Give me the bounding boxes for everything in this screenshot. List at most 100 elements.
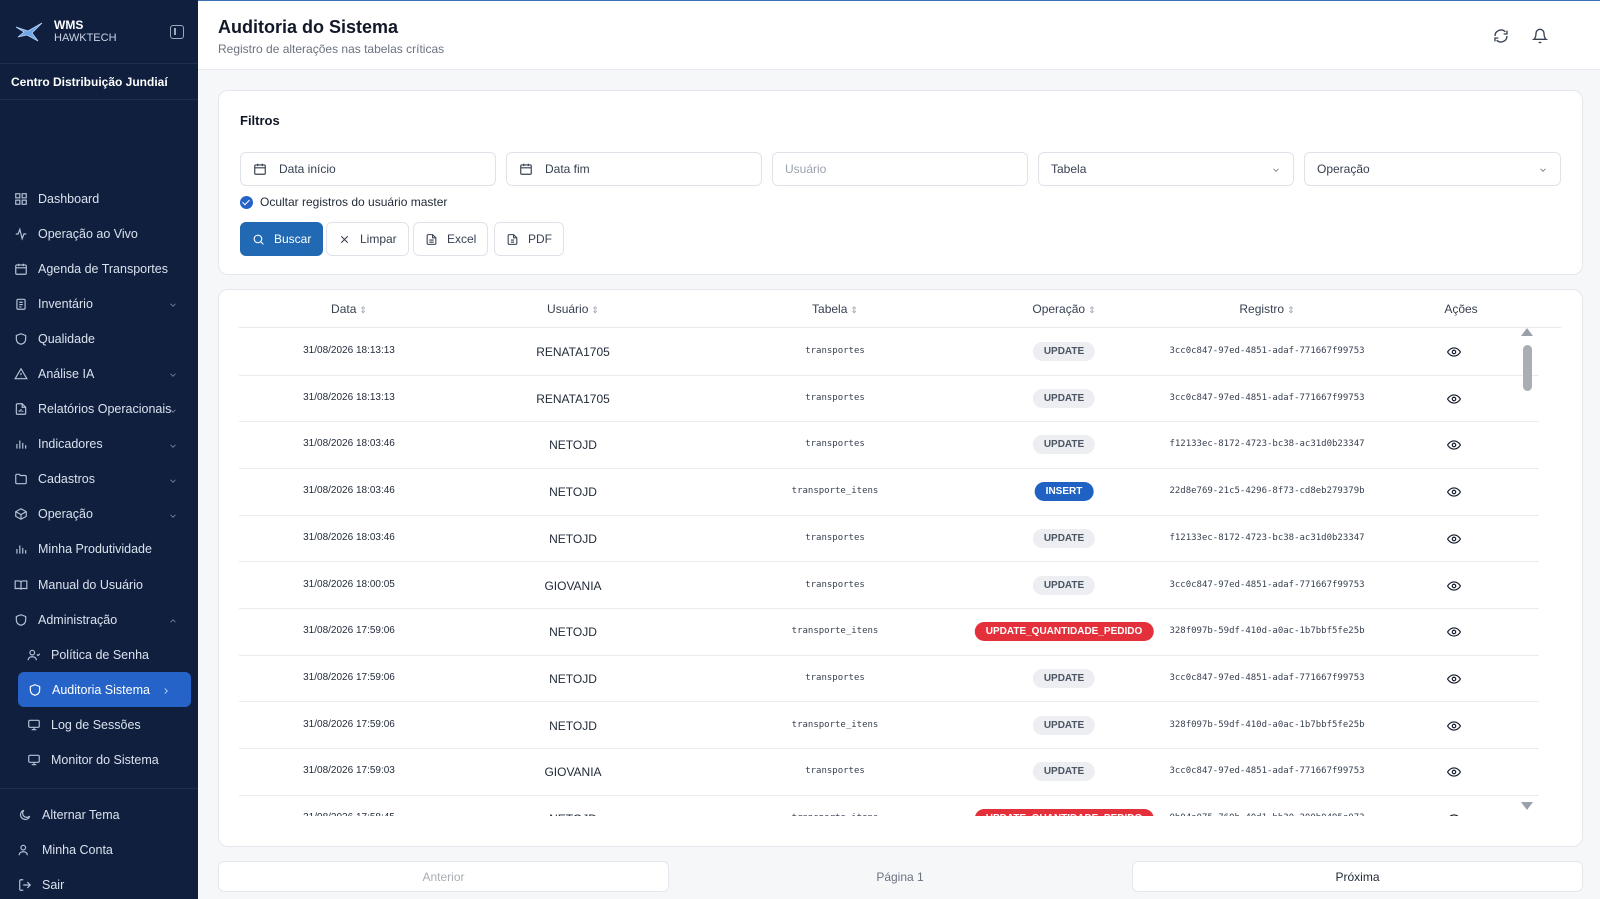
view-eye-icon[interactable] [1447, 812, 1461, 816]
sidebar-item-operacao-ao-vivo[interactable]: Operação ao Vivo [0, 216, 198, 251]
sidebar-item-label: Política de Senha [51, 647, 149, 662]
filters-panel: Filtros Data início Data fim Usuário Tab… [218, 90, 1583, 275]
pdf-button-label: PDF [528, 232, 552, 246]
scroll-down-arrow[interactable] [1521, 802, 1533, 810]
operation-badge: UPDATE [1032, 715, 1096, 735]
view-eye-icon[interactable] [1446, 485, 1462, 497]
table-header: Data ⇕ Usuário ⇕ Tabela ⇕ Operação ⇕ Registro ⇕ Aç… [239, 290, 1561, 328]
cell-table: transportes [805, 532, 865, 543]
column-header-acoes: Ações [1444, 302, 1477, 316]
sidebar-item-minha-produtividade[interactable]: Minha Produtividade [0, 532, 198, 567]
operation-badge: UPDATE [1032, 342, 1096, 361]
cell-user: GIOVANIA [544, 765, 602, 780]
page-header: Auditoria do Sistema Registro de alteraç… [198, 0, 1600, 70]
user-input-placeholder: Usuário [785, 162, 827, 176]
sidebar-item-log-de-sessoes[interactable]: Log de Sessões [0, 707, 198, 742]
cell-table: transportes [805, 579, 865, 590]
table-select[interactable]: Tabela [1038, 152, 1294, 186]
sidebar-item-label: Manual do Usuário [38, 577, 143, 592]
excel-button[interactable]: Excel [413, 222, 489, 256]
view-eye-icon[interactable] [1446, 625, 1462, 637]
sidebar-item-dashboard[interactable]: Dashboard [0, 181, 198, 216]
cell-user: RENATA1705 [536, 391, 610, 406]
operation-badge: UPDATE [1032, 388, 1096, 408]
cell-user: GIOVANIA [544, 578, 602, 593]
operation-select[interactable]: Operação [1304, 152, 1561, 186]
package-icon [14, 507, 28, 521]
sidebar-item-minha-conta[interactable]: Minha Conta [0, 832, 198, 867]
view-eye-icon[interactable] [1446, 532, 1462, 544]
bell-icon[interactable] [1531, 28, 1549, 44]
search-button-label: Buscar [274, 232, 312, 246]
sidebar-item-indicadores[interactable]: Indicadores [0, 427, 198, 462]
chevron-up-icon [168, 615, 178, 625]
sidebar-item-administracao[interactable]: Administração [0, 602, 198, 637]
refresh-icon[interactable] [1493, 28, 1509, 44]
sidebar-item-relatorios-operacionais[interactable]: Relatórios Operacionais [0, 392, 198, 427]
date-start-label: Data início [279, 162, 336, 176]
operation-badge: UPDATE [1032, 762, 1096, 782]
cell-user: NETOJD [549, 812, 597, 816]
column-header-operacao[interactable]: Operação ⇕ [1032, 302, 1095, 316]
sidebar-item-cadastros[interactable]: Cadastros [0, 462, 198, 497]
table-row: 31/08/2026 17:59:03 GIOVANIA transportes UP… [239, 748, 1539, 796]
view-eye-icon[interactable] [1446, 719, 1462, 731]
scroll-up-arrow[interactable] [1521, 328, 1533, 336]
user-input[interactable]: Usuário [772, 152, 1028, 186]
view-eye-icon[interactable] [1446, 672, 1462, 684]
sidebar-item-manual-do-usuario[interactable]: Manual do Usuário [0, 567, 198, 602]
scrollbar-thumb[interactable] [1523, 345, 1532, 391]
view-eye-icon[interactable] [1446, 579, 1462, 591]
operation-badge: UPDATE [1032, 528, 1096, 548]
chevron-down-icon [168, 475, 178, 485]
previous-page-button[interactable]: Anterior [218, 861, 669, 892]
date-start-field[interactable]: Data início [240, 152, 496, 186]
operation-badge: UPDATE [1032, 435, 1096, 455]
view-eye-icon[interactable] [1446, 345, 1462, 357]
sidebar-item-operacao[interactable]: Operação [0, 497, 198, 532]
column-header-tabela[interactable]: Tabela ⇕ [812, 302, 858, 316]
sidebar-item-label: Auditoria Sistema [52, 682, 150, 697]
sidebar-item-label: Operação [38, 507, 93, 522]
column-header-registro[interactable]: Registro ⇕ [1239, 302, 1294, 316]
sidebar-item-auditoria-sistema[interactable]: Auditoria Sistema [18, 672, 191, 708]
hide-master-checkbox[interactable] [240, 195, 253, 209]
chevron-down-icon [168, 405, 178, 415]
view-eye-icon[interactable] [1446, 438, 1462, 451]
view-eye-icon[interactable] [1446, 392, 1462, 404]
clear-button[interactable]: Limpar [326, 222, 409, 256]
chevron-down-icon [168, 440, 178, 450]
date-end-field[interactable]: Data fim [506, 152, 762, 186]
sidebar-item-politica-de-senha[interactable]: Política de Senha [0, 637, 198, 672]
column-header-usuario[interactable]: Usuário ⇕ [547, 302, 599, 316]
table-row: 31/08/2026 17:59:06 NETOJD transporte_iten… [239, 608, 1539, 656]
column-header-label: Data [331, 302, 357, 316]
cell-record-id: 328f097b-59df-410d-a0ac-1b7bbf5fe25b [1169, 626, 1365, 637]
pdf-button[interactable]: PDF [494, 222, 564, 256]
spreadsheet-icon [425, 233, 438, 246]
sidebar-item-sair[interactable]: Sair [0, 867, 198, 899]
search-button[interactable]: Buscar [240, 222, 324, 256]
sidebar-item-label: Operação ao Vivo [38, 226, 138, 241]
sidebar-item-alternar-tema[interactable]: Alternar Tema [0, 797, 198, 832]
sidebar-item-label: Cadastros [38, 472, 95, 487]
cell-user: NETOJD [549, 438, 597, 453]
sidebar-item-inventario[interactable]: Inventário [0, 286, 198, 321]
sidebar-item-agenda-de-transportes[interactable]: Agenda de Transportes [0, 251, 198, 286]
sidebar-collapse-icon[interactable] [170, 24, 184, 39]
sidebar-item-qualidade[interactable]: Qualidade [0, 321, 198, 356]
next-page-button[interactable]: Próxima [1132, 861, 1583, 892]
view-eye-icon[interactable] [1446, 765, 1462, 777]
chevron-down-icon [168, 369, 178, 379]
cell-record-id: 3cc0c847-97ed-4851-adaf-771667f99753 [1169, 672, 1365, 683]
column-header-data[interactable]: Data ⇕ [331, 302, 367, 316]
sidebar-item-monitor-do-sistema[interactable]: Monitor do Sistema [0, 743, 198, 778]
cell-date: 31/08/2026 17:58:45 [303, 812, 395, 816]
calendar-icon [519, 162, 533, 176]
table-select-value: Tabela [1051, 162, 1087, 176]
sidebar-item-analise-ia[interactable]: Análise IA [0, 356, 198, 391]
cell-date: 31/08/2026 18:03:46 [303, 485, 395, 497]
table-body[interactable]: 31/08/2026 18:13:13 RENATA1705 transportes… [239, 328, 1539, 816]
cell-record-id: f12133ec-8172-4723-bc38-ac31d0b23347 [1169, 439, 1365, 450]
shield-icon [14, 332, 28, 346]
